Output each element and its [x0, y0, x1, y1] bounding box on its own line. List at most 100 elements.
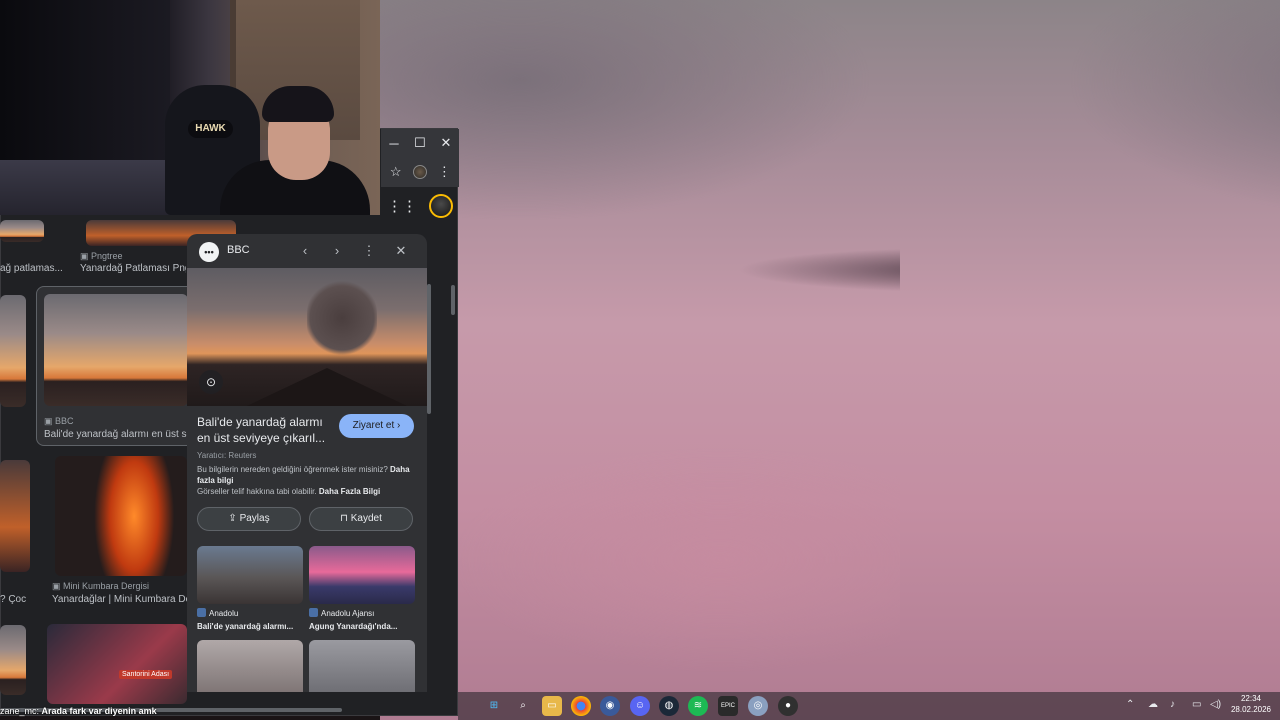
webcam-overlay: HAWK [0, 0, 380, 215]
lens-icon[interactable]: ⊙ [199, 370, 223, 394]
bookmark-icon: ⊓ [340, 513, 351, 524]
page-scrollbar[interactable] [451, 285, 455, 315]
obs-icon[interactable]: ● [778, 696, 798, 716]
result-source-label: Mini Kumbara Dergisi [63, 581, 150, 591]
streamer-headset [262, 86, 334, 122]
source-badge-icon [309, 608, 318, 617]
selected-result-thumbnail[interactable] [44, 294, 188, 406]
spotify-icon[interactable]: ≋ [688, 696, 708, 716]
related-title[interactable]: Bali'de yanardağ alarmı... [197, 622, 293, 631]
related-image[interactable] [309, 640, 415, 692]
window-titlebar: ─ ☐ ✕ [381, 129, 459, 157]
taskbar: ⊞ ⌕ ▭ ◉ ☺ ◍ ≋ EPIC ◎ ● ⌃ ☁ ♪ ▭ ◁) [458, 692, 1280, 720]
display-icon[interactable]: ▭ [1192, 699, 1201, 710]
close-button[interactable]: ✕ [434, 135, 458, 151]
chair-logo: HAWK [188, 120, 233, 138]
chevron-up-icon[interactable]: ⌃ [1126, 699, 1134, 710]
share-button[interactable]: ⇪ Paylaş [197, 507, 301, 531]
result-title[interactable]: Yanardağ Patlaması Png [80, 263, 186, 274]
app-icon[interactable]: ◉ [600, 696, 620, 716]
related-source: Anadolu Ajansı [309, 608, 374, 618]
volume-icon[interactable]: ◁) [1210, 699, 1221, 710]
ash-plume [307, 278, 377, 358]
network-icon[interactable]: ☁ [1148, 699, 1158, 710]
more-info-link[interactable]: Daha Fazla Bilgi [319, 487, 380, 496]
image-preview-panel: ••• BBC ‹ › ⋮ ✕ ⊙ Bali'de yanardağ alarm… [187, 234, 427, 692]
clock[interactable]: 22:34 28.02.2026 [1228, 693, 1274, 715]
result-source-label: Pngtree [91, 251, 123, 261]
star-icon[interactable]: ☆ [384, 164, 408, 180]
visit-label: Ziyaret et [352, 420, 395, 431]
file-explorer-icon[interactable]: ▭ [542, 696, 562, 716]
share-label: Paylaş [239, 513, 270, 524]
steam-icon[interactable]: ◍ [659, 696, 679, 716]
related-image[interactable] [197, 640, 303, 692]
result-title[interactable]: ? Çoc [0, 594, 40, 605]
clock-time: 22:34 [1240, 694, 1262, 703]
creator-text: Yaratıcı: Reuters [197, 451, 257, 460]
google-header: ⋮⋮ [381, 187, 459, 225]
chat-user: zane_mc: [0, 706, 40, 716]
result-thumbnail[interactable] [0, 460, 30, 572]
result-title[interactable]: Yanardağlar | Mini Kumbara De [52, 594, 187, 605]
discord-icon[interactable]: ☺ [630, 696, 650, 716]
background-video [380, 0, 1280, 720]
result-thumbnail[interactable]: Santorini Adası [47, 624, 187, 704]
result-thumbnail[interactable] [0, 625, 26, 695]
browser-menu-button[interactable]: ⋮ [432, 164, 456, 180]
visit-button[interactable]: Ziyaret et › [339, 414, 414, 438]
desktop: ─ ☐ ✕ ☆ ⋮ ⋮⋮ ağ patlamas... ▣ Pngtree Ya… [0, 0, 1280, 720]
image-caption: Santorini Adası [119, 670, 173, 679]
panel-title[interactable]: Bali'de yanardağ alarmı en üst seviyeye … [197, 414, 332, 446]
account-avatar[interactable] [429, 194, 453, 218]
panel-source-name[interactable]: BBC [227, 244, 250, 256]
related-title[interactable]: Agung Yanardağı'nda... [309, 622, 397, 631]
browser-toolbar: ☆ ⋮ [381, 157, 459, 187]
source-logo: ••• [199, 242, 219, 262]
info-text: Bu bilgilerin nereden geldiğini öğrenmek… [197, 465, 388, 474]
close-icon[interactable]: ✕ [391, 241, 411, 261]
result-source-label: BBC [55, 416, 74, 426]
start-icon[interactable]: ⊞ [484, 696, 504, 716]
result-source: ▣ Pngtree [80, 251, 123, 261]
panel-scrollbar[interactable] [427, 284, 431, 414]
source-badge-icon [197, 608, 206, 617]
result-thumbnail[interactable] [0, 220, 44, 242]
microphone-icon[interactable]: ♪ [1170, 699, 1175, 710]
share-icon: ⇪ [228, 513, 240, 524]
chrome-icon[interactable] [571, 696, 591, 716]
panel-header: ••• BBC ‹ › ⋮ ✕ [187, 234, 427, 268]
related-source: Anadolu [197, 608, 238, 618]
preview-image[interactable] [187, 268, 427, 406]
chat-message: zane_mc: Arada fark var diyenin amk [0, 706, 157, 716]
extension-icon[interactable] [412, 165, 427, 179]
search-icon[interactable]: ⌕ [513, 696, 533, 716]
next-icon[interactable]: › [327, 241, 347, 261]
curtain [0, 0, 170, 180]
bed [0, 160, 180, 215]
result-thumbnail[interactable] [0, 295, 26, 407]
epic-games-icon[interactable]: EPIC [718, 696, 738, 716]
clock-date: 28.02.2026 [1230, 705, 1272, 714]
save-label: Kaydet [350, 513, 382, 524]
related-image[interactable] [309, 546, 415, 604]
more-options-icon[interactable]: ⋮ [359, 241, 379, 261]
result-source: ▣ BBC [44, 416, 74, 426]
info-text: Görseller telif hakkına tabi olabilir. [197, 487, 317, 496]
related-source-label: Anadolu [209, 609, 239, 618]
apps-grid-icon[interactable]: ⋮⋮ [387, 197, 417, 215]
maximize-button[interactable]: ☐ [408, 135, 432, 151]
result-title[interactable]: Bali'de yanardağ alarmı en üst se [44, 429, 187, 440]
image-info: Bu bilgilerin nereden geldiğini öğrenmek… [197, 464, 417, 497]
result-title[interactable]: ağ patlamas... [0, 263, 70, 274]
related-image[interactable] [197, 546, 303, 604]
minimize-button[interactable]: ─ [382, 136, 406, 151]
result-thumbnail[interactable] [55, 456, 187, 576]
related-source-label: Anadolu Ajansı [321, 609, 375, 618]
chat-text: Arada fark var diyenin amk [41, 706, 157, 716]
result-source: ▣ Mini Kumbara Dergisi [52, 581, 150, 591]
volcano-silhouette [247, 368, 407, 406]
app-icon[interactable]: ◎ [748, 696, 768, 716]
save-button[interactable]: ⊓ Kaydet [309, 507, 413, 531]
previous-icon[interactable]: ‹ [295, 241, 315, 261]
